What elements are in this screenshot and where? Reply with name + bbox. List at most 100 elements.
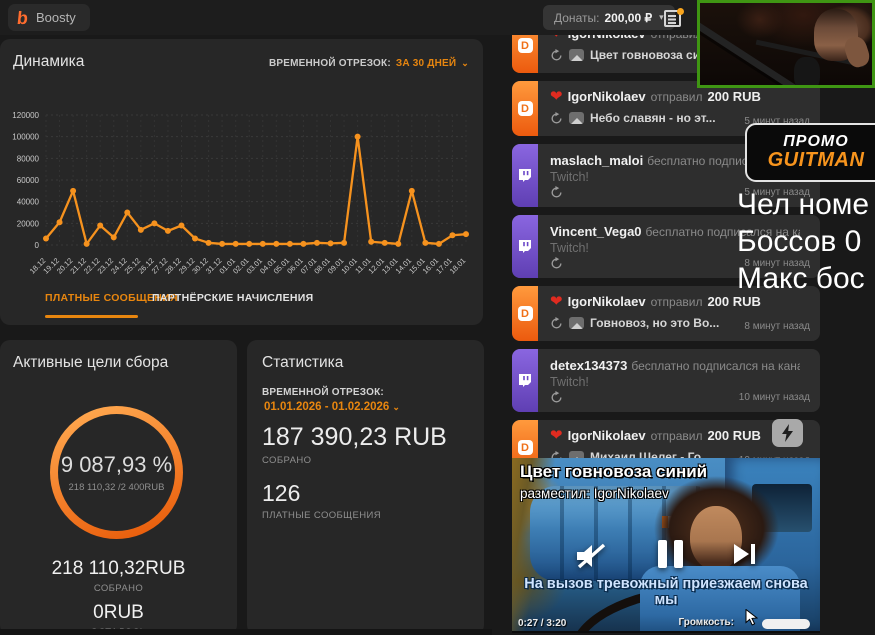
twitch-icon bbox=[512, 349, 538, 412]
svg-text:80000: 80000 bbox=[17, 154, 40, 163]
svg-text:120000: 120000 bbox=[12, 111, 39, 120]
player-track-title: Цвет говновоза синий bbox=[520, 462, 708, 481]
dynamics-title: Динамика bbox=[13, 53, 85, 70]
stats-period-label: ВРЕМЕННОЙ ОТРЕЗОК: bbox=[262, 387, 384, 398]
boosty-glyph: D bbox=[517, 101, 533, 116]
twitch-glyph bbox=[519, 240, 531, 253]
stats-period-value: 01.01.2026 - 01.02.2026 bbox=[264, 401, 390, 413]
donation-action: отправил bbox=[650, 294, 703, 309]
boosty-flame-icon: b bbox=[15, 7, 30, 28]
replay-icon[interactable] bbox=[550, 186, 563, 204]
donation-action: отправил bbox=[650, 89, 703, 104]
volume-slider[interactable] bbox=[762, 619, 810, 629]
heart-icon: ❤ bbox=[550, 427, 563, 444]
muted-speaker-icon[interactable] bbox=[574, 542, 608, 575]
donation-header-row: ❤ IgorNikolaev отправил 200 RUB bbox=[550, 294, 761, 309]
track-title: Небо славян - но эт... bbox=[590, 111, 716, 125]
player-submitted-by: разместил: IgorNikolaev bbox=[520, 486, 669, 501]
boosty-dashboard: D ❤ IgorNikolaev отправил 200 RUB Цвет г… bbox=[0, 0, 875, 635]
subscription-text: detex134373 бесплатно подписался на канал bbox=[550, 358, 800, 373]
next-track-button[interactable] bbox=[734, 544, 755, 564]
platform-label: Twitch! bbox=[550, 241, 589, 255]
active-tab-underline bbox=[45, 315, 138, 318]
chevron-down-icon: ⌄ bbox=[392, 402, 400, 412]
platform-label: Twitch! bbox=[550, 375, 589, 389]
donation-amount: 200 RUB bbox=[707, 89, 761, 104]
stream-overlay-text: Чел номе Боссов 0 Макс бос bbox=[737, 186, 869, 297]
twitch-glyph bbox=[519, 374, 531, 387]
thumbnail-icon bbox=[569, 112, 584, 124]
overlay-text-line: Чел номе bbox=[737, 188, 870, 221]
volume-label: Громкость: bbox=[678, 617, 734, 628]
feed-item-twitch-sub[interactable]: detex134373 бесплатно подписался на канал… bbox=[512, 349, 820, 412]
overlay-text-line: Боссов 0 bbox=[737, 225, 862, 258]
replay-icon[interactable] bbox=[550, 316, 563, 330]
stats-collected-label: СОБРАНО bbox=[262, 455, 312, 466]
boosty-glyph: D bbox=[517, 38, 533, 53]
replay-icon[interactable] bbox=[550, 257, 563, 275]
boosty-glyph: D bbox=[517, 440, 533, 455]
donation-track-row: Небо славян - но эт... bbox=[550, 111, 716, 125]
twitch-glyph bbox=[519, 169, 531, 182]
goal-progress-detail: 218 110,32 /2 400RUB bbox=[68, 482, 165, 493]
subscriber-name: maslach_maloi bbox=[550, 153, 644, 168]
donor-name: IgorNikolaev bbox=[567, 294, 646, 309]
line-chart-svg: 02000040000600008000010000012000018.1219… bbox=[12, 111, 469, 276]
track-title: Говновоз, но это Во... bbox=[590, 316, 720, 330]
goal-remaining-value: 0RUB bbox=[93, 602, 144, 623]
svg-text:40000: 40000 bbox=[17, 198, 40, 207]
period-value: ЗА 30 ДНЕЙ bbox=[395, 58, 457, 69]
thumbnail-icon bbox=[569, 317, 584, 329]
news-notifications-icon[interactable] bbox=[662, 8, 684, 28]
page-bottom-strip bbox=[0, 629, 492, 635]
twitch-icon bbox=[512, 144, 538, 207]
overlay-text-line: Макс бос bbox=[737, 262, 865, 295]
boosty-home-button[interactable]: b Boosty bbox=[8, 4, 90, 31]
active-goals-panel: Активные цели сбора 9 087,93 % 218 110,3… bbox=[0, 340, 237, 635]
replay-icon[interactable] bbox=[550, 111, 563, 125]
next-bar-icon bbox=[751, 544, 755, 564]
stats-collected-value: 187 390,23 RUB bbox=[262, 423, 447, 451]
player-bottom-bar bbox=[512, 631, 820, 633]
goal-progress-ring: 9 087,93 % 218 110,32 /2 400RUB bbox=[50, 406, 183, 539]
notification-dot bbox=[677, 8, 684, 15]
donations-value: 200,00 ₽ bbox=[604, 10, 653, 25]
svg-text:0: 0 bbox=[35, 241, 40, 250]
replay-icon[interactable] bbox=[550, 48, 563, 62]
mouse-cursor bbox=[745, 608, 759, 631]
goals-title: Активные цели сбора bbox=[13, 354, 169, 371]
goal-progress-inner: 9 087,93 % 218 110,32 /2 400RUB bbox=[58, 414, 175, 531]
subscriber-name: detex134373 bbox=[550, 358, 628, 373]
platform-label: Twitch! bbox=[550, 170, 589, 184]
svg-text:60000: 60000 bbox=[17, 176, 40, 185]
statistics-panel: Статистика ВРЕМЕННОЙ ОТРЕЗОК: 01.01.2026… bbox=[247, 340, 484, 635]
donor-name: IgorNikolaev bbox=[567, 89, 646, 104]
quick-action-lightning-button[interactable] bbox=[772, 419, 803, 447]
promo-line1: ПРОМО bbox=[783, 132, 849, 150]
webcam-overlay bbox=[697, 0, 875, 88]
lightning-icon bbox=[782, 424, 793, 442]
svg-text:100000: 100000 bbox=[12, 133, 39, 142]
donor-name: IgorNikolaev bbox=[567, 428, 646, 443]
period-selector[interactable]: ВРЕМЕННОЙ ОТРЕЗОК: ЗА 30 ДНЕЙ ⌄ bbox=[269, 58, 469, 69]
tab-partner-accruals[interactable]: ПАРТНЁРСКИЕ НАЧИСЛЕНИЯ bbox=[152, 292, 313, 304]
replay-icon[interactable] bbox=[550, 391, 563, 409]
subscriber-name: Vincent_Vega0 bbox=[550, 224, 642, 239]
goal-collected-value: 218 110,32RUB bbox=[51, 558, 186, 579]
goal-collected-label: СОБРАНО bbox=[93, 583, 144, 594]
subscription-action: бесплатно подписался на канал bbox=[631, 359, 800, 373]
thumbnail-icon bbox=[569, 49, 584, 61]
promo-line2: GUITMAN bbox=[767, 149, 865, 172]
karaoke-subtitle: На вызов тревожный приезжаем снова мы bbox=[524, 576, 808, 608]
brand-label: Boosty bbox=[36, 10, 76, 25]
stats-period-selector[interactable]: 01.01.2026 - 01.02.2026 ⌄ bbox=[264, 401, 400, 413]
donation-header-row: ❤ IgorNikolaev отправил 200 RUB bbox=[550, 428, 761, 443]
donations-label: Донаты: bbox=[554, 10, 600, 25]
pause-button[interactable] bbox=[658, 540, 683, 568]
media-player-overlay[interactable]: Цвет говновоза синий разместил: IgorNiko… bbox=[512, 458, 820, 633]
period-label: ВРЕМЕННОЙ ОТРЕЗОК: bbox=[268, 58, 391, 69]
donation-action: отправил bbox=[650, 428, 703, 443]
next-triangle-icon bbox=[734, 544, 749, 564]
stats-messages-label: ПЛАТНЫЕ СООБЩЕНИЯ bbox=[262, 510, 381, 521]
donations-dropdown[interactable]: Донаты: 200,00 ₽ ▾ bbox=[543, 5, 675, 30]
